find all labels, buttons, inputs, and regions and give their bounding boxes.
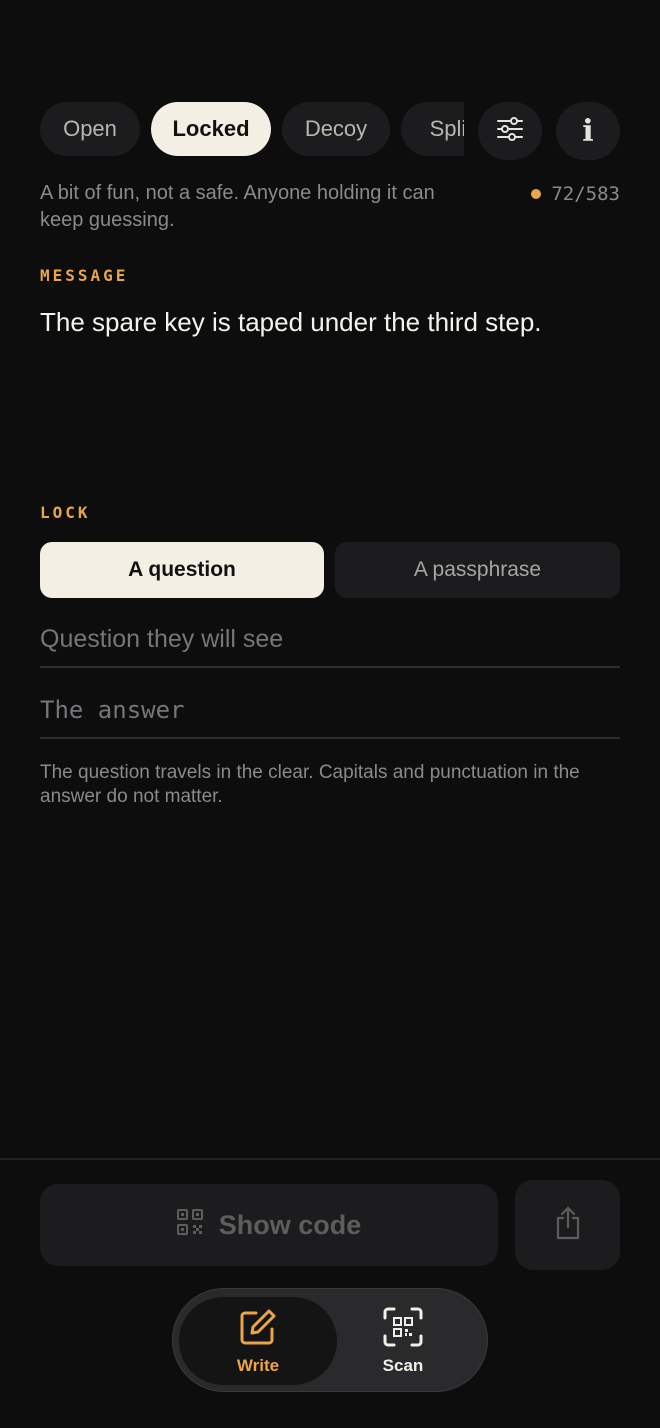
bottom-nav: Write Scan bbox=[172, 1288, 488, 1392]
answer-input[interactable]: The answer bbox=[40, 683, 620, 739]
lock-hint: The question travels in the clear. Capit… bbox=[40, 762, 580, 807]
status-dot-icon bbox=[531, 189, 542, 199]
message-input[interactable]: The spare key is taped under the third s… bbox=[40, 304, 620, 340]
nav-write-label: Write bbox=[236, 1355, 280, 1375]
tab-locked[interactable]: Locked bbox=[151, 102, 271, 156]
mode-selector: Open Locked Decoy Split i bbox=[40, 102, 620, 160]
mode-description: A bit of fun, not a safe. Anyone holding… bbox=[40, 182, 435, 231]
info-icon: i bbox=[582, 113, 594, 149]
qr-code-icon bbox=[176, 1208, 203, 1242]
edit-icon bbox=[238, 1307, 278, 1352]
tab-split[interactable]: Split bbox=[401, 102, 464, 156]
tab-decoy[interactable]: Decoy bbox=[282, 102, 390, 156]
divider bbox=[0, 1158, 660, 1160]
settings-button[interactable] bbox=[478, 102, 542, 160]
question-input[interactable]: Question they will see bbox=[40, 612, 620, 668]
nav-scan[interactable]: Scan bbox=[333, 1297, 473, 1385]
show-code-label: Show code bbox=[218, 1209, 362, 1240]
scan-qr-icon bbox=[383, 1307, 423, 1352]
lock-option-question[interactable]: A question bbox=[40, 542, 324, 598]
info-button[interactable]: i bbox=[556, 102, 620, 160]
show-code-button[interactable]: Show code bbox=[40, 1184, 498, 1266]
nav-scan-label: Scan bbox=[382, 1355, 424, 1375]
share-icon bbox=[553, 1206, 583, 1245]
message-label: MESSAGE bbox=[40, 266, 129, 285]
sliders-icon bbox=[496, 116, 524, 147]
tab-open[interactable]: Open bbox=[40, 102, 140, 156]
mode-tabs: Open Locked Decoy Split bbox=[40, 102, 464, 158]
lock-label: LOCK bbox=[40, 503, 91, 522]
nav-write[interactable]: Write bbox=[179, 1297, 337, 1385]
lock-option-passphrase[interactable]: A passphrase bbox=[335, 542, 620, 598]
character-counter: 72/583 bbox=[531, 183, 620, 205]
counter-value: 72/583 bbox=[551, 183, 620, 205]
share-button[interactable] bbox=[515, 1180, 620, 1270]
